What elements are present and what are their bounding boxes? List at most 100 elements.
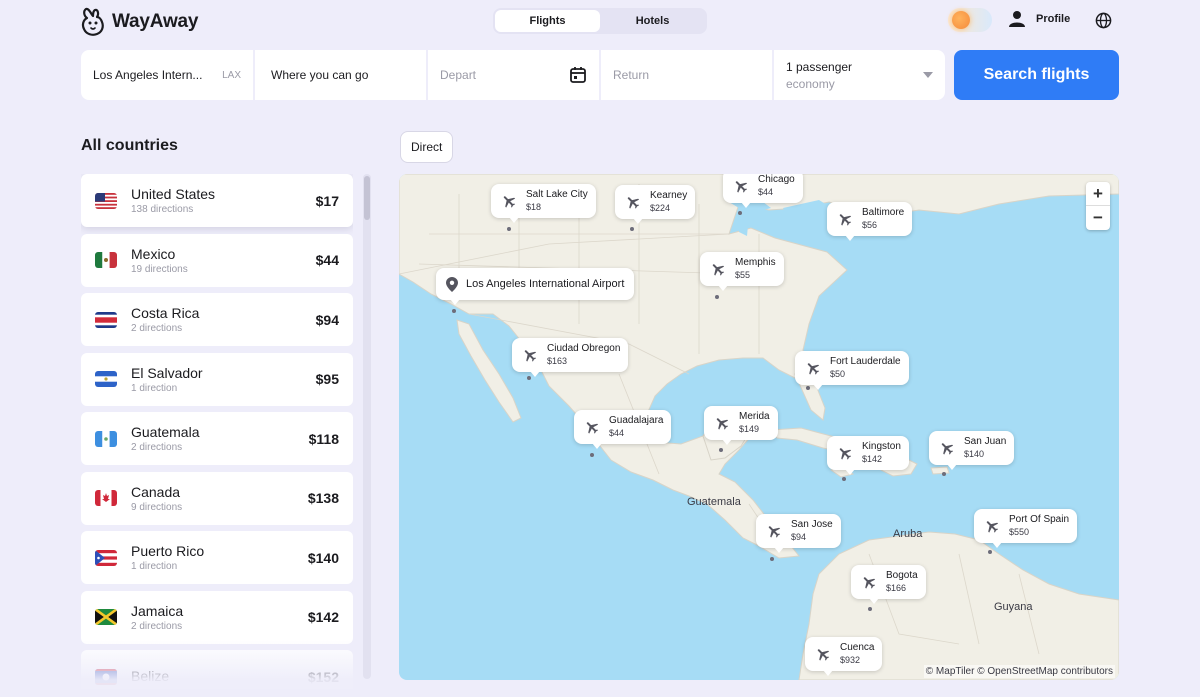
plane-icon <box>807 363 820 375</box>
passengers-select[interactable]: 1 passenger economy <box>774 50 945 100</box>
return-date-field[interactable]: Return <box>601 50 772 100</box>
pin-price: $50 <box>830 369 846 379</box>
country-item-belize[interactable]: Belize $152 <box>81 650 353 689</box>
country-name: Belize <box>131 667 170 684</box>
plane-icon <box>986 521 999 533</box>
destination-field[interactable]: Where you can go <box>255 50 426 100</box>
country-item-el-salvador[interactable]: El Salvador 1 direction $95 <box>81 352 353 406</box>
map-dot <box>738 211 742 215</box>
pin-price: $18 <box>526 202 542 212</box>
pin-city: Fort Lauderdale <box>830 356 901 367</box>
country-item-mexico[interactable]: Mexico 19 directions $44 <box>81 233 353 287</box>
pin-price: $149 <box>739 424 760 434</box>
destination-pin-salt-lake-city[interactable]: Salt Lake City $18 <box>491 184 596 223</box>
country-item-jamaica[interactable]: Jamaica 2 directions $142 <box>81 590 353 644</box>
passenger-count: 1 passenger <box>786 59 853 74</box>
destination-pin-san-jose[interactable]: San Jose $94 <box>756 514 841 553</box>
destination-pin-kearney[interactable]: Kearney $224 <box>615 185 696 224</box>
plane-icon <box>941 443 954 455</box>
zoom-in-button[interactable]: + <box>1086 182 1110 206</box>
zoom-out-button[interactable]: − <box>1086 206 1110 230</box>
plane-icon <box>735 181 748 193</box>
pin-price: $550 <box>1009 527 1030 537</box>
country-item-guatemala[interactable]: Guatemala 2 directions $118 <box>81 412 353 465</box>
country-item-costa-rica[interactable]: Costa Rica 2 directions $94 <box>81 293 353 346</box>
direct-filter-chip[interactable]: Direct <box>400 131 454 163</box>
destinations-map[interactable]: Guatemala Aruba Guyana Los Angeles Inter… <box>399 174 1119 680</box>
plane-icon <box>503 196 516 208</box>
country-price: $142 <box>307 609 339 625</box>
theme-toggle[interactable] <box>948 8 992 32</box>
map-dot <box>590 453 594 457</box>
cabin-class: economy <box>786 76 835 91</box>
country-price: $118 <box>308 430 339 447</box>
search-form: Los Angeles Intern... LAX Where you can … <box>81 50 945 100</box>
tab-flights[interactable]: Flights <box>495 10 600 32</box>
country-directions: 9 directions <box>131 501 183 513</box>
destination-pin-port-of-spain[interactable]: Port Of Spain $550 <box>974 509 1078 548</box>
map-dot <box>452 309 456 313</box>
country-directions: 138 directions <box>131 204 194 215</box>
country-name: El Salvador <box>131 364 203 381</box>
country-item-united-states[interactable]: United States 138 directions $17 <box>81 174 353 227</box>
country-list-scrollbar[interactable] <box>363 174 371 679</box>
product-tabs: Flights Hotels <box>493 8 707 34</box>
destination-pin-san-juan[interactable]: San Juan $140 <box>929 431 1015 470</box>
pin-price: $932 <box>840 655 861 665</box>
destination-pin-kingston[interactable]: Kingston $142 <box>827 436 909 475</box>
zoom-controls: + − <box>1086 182 1110 230</box>
origin-code: LAX <box>222 69 241 81</box>
plane-icon <box>863 577 876 589</box>
destination-pin-ciudad-obregon[interactable]: Ciudad Obregon $163 <box>512 338 629 377</box>
calendar-icon[interactable] <box>569 66 587 84</box>
destination-pin-cuenca[interactable]: Cuenca $932 <box>805 637 883 676</box>
language-button[interactable] <box>1095 12 1112 34</box>
destination-pin-bogota[interactable]: Bogota $166 <box>851 565 926 604</box>
pin-city: Salt Lake City <box>526 189 588 200</box>
country-item-canada[interactable]: Canada 9 directions $138 <box>81 471 353 525</box>
map-label-guatemala: Guatemala <box>687 496 741 508</box>
origin-field[interactable]: Los Angeles Intern... LAX <box>81 50 253 100</box>
pin-price: $44 <box>758 187 774 197</box>
pin-city: Bogota <box>886 570 918 581</box>
country-name: Canada <box>131 483 181 500</box>
costa-rica-flag-icon <box>95 311 117 328</box>
country-price: $152 <box>307 668 339 685</box>
depart-date-field[interactable]: Depart <box>428 50 599 100</box>
map-attribution[interactable]: © MapTiler © OpenStreetMap contributors <box>923 665 1115 678</box>
tab-hotels[interactable]: Hotels <box>600 10 705 32</box>
country-list: United States 138 directions $17 Mexico … <box>81 174 353 689</box>
origin-airport-marker[interactable]: Los Angeles International Airport <box>436 268 635 305</box>
plane-icon <box>768 526 781 538</box>
destination-pin-merida[interactable]: Merida $149 <box>704 406 778 445</box>
globe-icon <box>1095 12 1112 29</box>
map-dot <box>806 386 810 390</box>
pin-city: San Jose <box>791 519 833 530</box>
pin-city: Memphis <box>735 257 776 268</box>
country-name: Costa Rica <box>131 305 200 321</box>
map-dot <box>715 295 719 299</box>
plane-icon <box>524 350 537 362</box>
guatemala-flag-icon <box>95 430 117 447</box>
map-dot <box>630 227 634 231</box>
map-label-aruba: Aruba <box>893 528 923 540</box>
country-item-puerto-rico[interactable]: Puerto Rico 1 direction $140 <box>81 531 353 584</box>
destination-pin-fort-lauderdale[interactable]: Fort Lauderdale $50 <box>795 351 909 390</box>
destination-pin-chicago[interactable]: Chicago $44 <box>723 174 803 208</box>
plane-icon <box>627 197 640 209</box>
search-flights-button[interactable]: Search flights <box>954 50 1119 100</box>
destination-pin-guadalajara[interactable]: Guadalajara $44 <box>574 410 672 449</box>
pin-price: $163 <box>547 356 568 366</box>
pin-price: $142 <box>862 454 883 464</box>
pin-price: $56 <box>862 220 878 230</box>
pin-price: $44 <box>609 428 625 438</box>
map-dot <box>942 472 946 476</box>
profile-button[interactable]: Profile <box>1008 10 1070 28</box>
country-price: $95 <box>315 371 339 387</box>
map-dot <box>770 557 774 561</box>
destination-pin-baltimore[interactable]: Baltimore $56 <box>827 202 913 241</box>
destination-pin-memphis[interactable]: Memphis $55 <box>700 252 784 291</box>
scrollbar-thumb[interactable] <box>364 176 370 220</box>
jamaica-flag-icon <box>95 609 117 625</box>
app-logo[interactable]: WayAway <box>80 6 198 38</box>
